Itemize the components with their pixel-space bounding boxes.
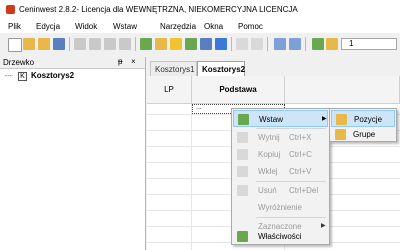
tree-panel-header: Drzewko ᵽ × — [0, 57, 145, 69]
menu-pomoc[interactable]: Pomoc — [238, 22, 263, 31]
menu-item-shortcut: Ctrl+C — [289, 150, 312, 159]
menu-plik[interactable]: Plik — [8, 22, 21, 31]
menu-widok[interactable]: Widok — [75, 22, 97, 31]
cut-icon[interactable] — [74, 38, 86, 50]
new-file-icon[interactable] — [8, 38, 22, 52]
app-icon — [6, 5, 15, 14]
indent-icon[interactable] — [289, 38, 301, 50]
table-icon[interactable] — [251, 38, 263, 50]
group-icon — [335, 129, 346, 140]
tree-panel-title: Drzewko — [3, 58, 35, 67]
menu-okna[interactable]: Okna — [204, 22, 223, 31]
level-input[interactable]: 1 — [341, 38, 397, 50]
tree-panel: Drzewko ᵽ × ····· K Kosztorys2 — [0, 57, 146, 250]
position-icon — [336, 114, 347, 125]
menu-item-label: Usuń — [258, 186, 277, 195]
menu-item-label: Wklej — [258, 167, 278, 176]
menu-item-label: Grupe — [353, 130, 376, 139]
menu-bar: Plik Edycja Widok Wstaw Narzędzia Okna P… — [0, 20, 400, 33]
menu-wstaw[interactable]: Wstaw — [113, 22, 137, 31]
menu-item-label: Właściwości — [258, 232, 302, 241]
column-header-lp[interactable]: LP — [147, 76, 192, 104]
menu-item-kopiuj[interactable]: Kopiuj Ctrl+C — [233, 146, 328, 163]
arrow-icon[interactable] — [185, 38, 197, 50]
toolbar: 1 — [0, 34, 400, 54]
document-icon[interactable] — [200, 38, 212, 50]
menu-item-shortcut: Ctrl+X — [289, 133, 312, 142]
menu-item-wlasciwosci[interactable]: Właściwości — [233, 228, 328, 245]
menu-item-wytnij[interactable]: Wytnij Ctrl+X — [233, 129, 328, 146]
pin-icon[interactable]: ᵽ — [118, 57, 122, 66]
menu-item-label: Wstaw — [259, 115, 283, 124]
tab-kosztorys2[interactable]: Kosztorys2 — [197, 61, 245, 76]
toolbar-separator — [267, 37, 268, 51]
title-bar: Ceninwest 2.8.2- Licencja dla WEWNĘTRZNA… — [0, 0, 400, 20]
toolbar-separator — [135, 37, 136, 51]
menu-edycja[interactable]: Edycja — [36, 22, 60, 31]
insert-group-icon[interactable] — [155, 38, 167, 50]
submenu-item-pozycje[interactable]: Pozycje — [331, 110, 395, 127]
toolbar-separator — [305, 37, 306, 51]
close-icon[interactable]: × — [131, 57, 136, 66]
menu-item-wyroznienie[interactable]: Wyróżnienie — [233, 199, 328, 216]
sort-icon[interactable] — [274, 38, 286, 50]
tab-kosztorys1[interactable]: Kosztorys1 — [150, 61, 197, 76]
column-header-podstawa[interactable]: Podstawa — [192, 76, 285, 104]
delete-icon[interactable] — [119, 38, 131, 50]
copy-icon[interactable] — [89, 38, 101, 50]
menu-item-wstaw[interactable]: Wstaw ▶ — [233, 110, 328, 127]
estimate-icon: K — [18, 72, 27, 81]
open-folder-icon[interactable] — [23, 38, 35, 50]
window-title: Ceninwest 2.8.2- Licencja dla WEWNĘTRZNA… — [19, 5, 298, 14]
tree-connector: ····· — [4, 71, 13, 80]
menu-item-label: Wytnij — [258, 133, 280, 142]
menu-item-label: Wyróżnienie — [258, 203, 302, 212]
cut-icon — [237, 132, 248, 143]
copy-icon — [237, 149, 248, 160]
menu-item-label: Kopiuj — [258, 150, 281, 159]
grid-line — [191, 104, 192, 250]
paste-icon — [237, 166, 248, 177]
window-icon[interactable] — [215, 38, 227, 50]
insert-item-icon[interactable] — [140, 38, 152, 50]
properties-icon — [237, 231, 248, 242]
menu-item-shortcut: Ctrl+Del — [289, 186, 319, 195]
toolbar-separator — [69, 37, 70, 51]
folder-icon[interactable] — [170, 38, 182, 50]
paste-icon[interactable] — [104, 38, 116, 50]
toolbar-separator — [231, 37, 232, 51]
settings-icon[interactable] — [326, 38, 338, 50]
column-header-empty — [285, 76, 400, 104]
menu-item-usun[interactable]: Usuń Ctrl+Del — [233, 182, 328, 199]
delete-icon — [237, 185, 248, 196]
save-icon[interactable] — [53, 38, 65, 50]
submenu-arrow-icon: ▶ — [322, 116, 327, 122]
open-recent-icon[interactable] — [38, 38, 50, 50]
tab-strip: Kosztorys1 Kosztorys2 — [147, 57, 400, 76]
menu-item-wklej[interactable]: Wklej Ctrl+V — [233, 163, 328, 180]
add-icon[interactable] — [312, 38, 324, 50]
menu-item-label: Pozycje — [354, 115, 383, 124]
context-menu: Wstaw ▶ Wytnij Ctrl+X Kopiuj Ctrl+C Wkle… — [231, 108, 330, 245]
menu-item-shortcut: Ctrl+V — [289, 167, 312, 176]
submenu-item-grupe[interactable]: Grupe — [331, 126, 395, 143]
grid-icon[interactable] — [236, 38, 248, 50]
insert-submenu: Pozycje Grupe — [329, 108, 397, 142]
insert-icon — [238, 114, 249, 125]
tree-item-label: Kosztorys2 — [31, 71, 75, 80]
menu-narzedzia[interactable]: Narzędzia — [160, 22, 196, 31]
